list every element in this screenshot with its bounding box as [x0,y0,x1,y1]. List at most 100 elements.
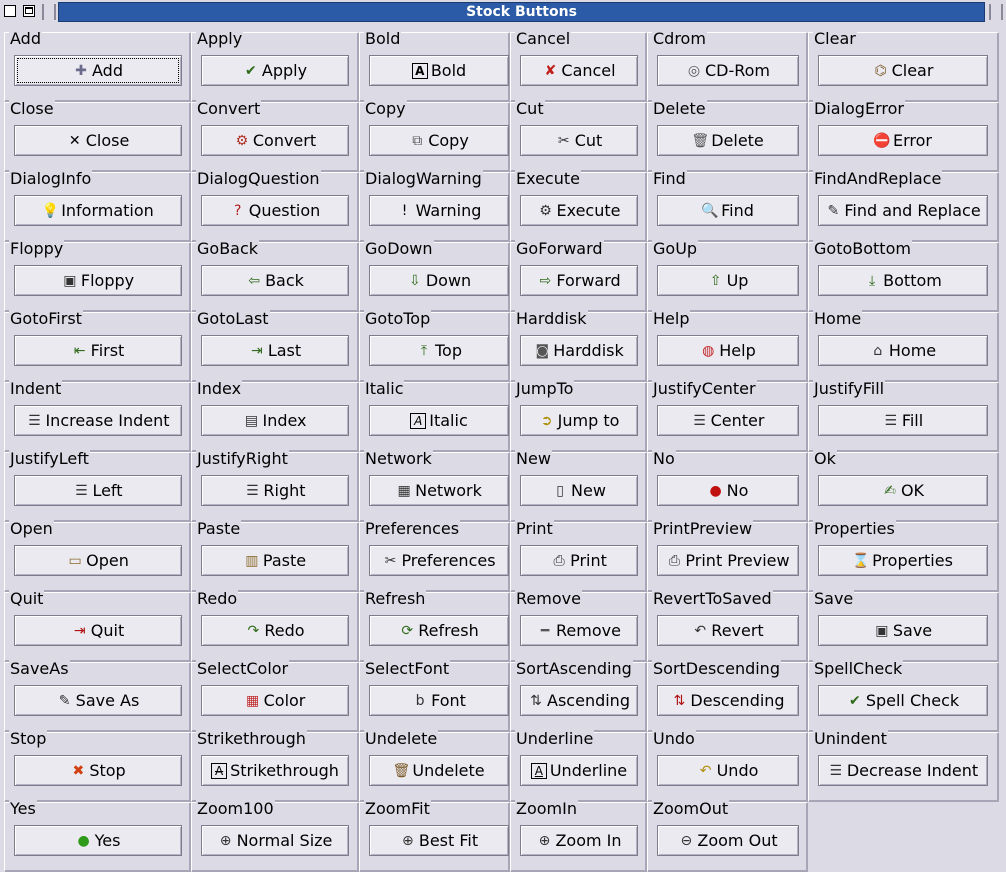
dialoginfo-button[interactable]: 💡 Information [14,195,182,226]
maximize-window-button[interactable] [23,5,35,17]
network-button[interactable]: ▦ Network [369,475,509,506]
indent-button[interactable]: ☰ Increase Indent [14,405,182,436]
properties-button[interactable]: ⌛ Properties [818,545,988,576]
italic-button[interactable]: A Italic [369,405,509,436]
frame-undo: Undo ↶ Undo [647,730,808,802]
justify-center-icon: ☰ [693,412,706,429]
zoom100-button[interactable]: ⊕ Normal Size [201,825,349,856]
redo-button[interactable]: ↷ Redo [201,615,349,646]
unindent-button[interactable]: ☰ Decrease Indent [818,755,988,786]
frame-undelete: Undelete 🗑 Undelete [359,730,510,802]
gotofirst-button[interactable]: ⇤ First [14,335,182,366]
delete-button[interactable]: 🗑 Delete [657,125,799,156]
frame-label: JustifyCenter [652,379,757,398]
justifyfill-button[interactable]: ☰ Fill [818,405,988,436]
reverttosaved-button[interactable]: ↶ Revert [657,615,799,646]
sortascending-button[interactable]: ⇅ Ascending [520,685,638,716]
button-label: Font [431,691,466,710]
button-label: Close [85,131,130,150]
minimize-window-button[interactable] [4,5,16,17]
frame-label: JustifyFill [813,379,886,398]
redo-icon: ↷ [247,622,260,639]
button-label: Apply [261,61,308,80]
gotobottom-button[interactable]: ⤓ Bottom [818,265,988,296]
dialogquestion-button[interactable]: ? Question [201,195,349,226]
strikethrough-icon: A [211,762,228,779]
paste-button[interactable]: ▥ Paste [201,545,349,576]
help-button[interactable]: ◍ Help [657,335,799,366]
jumpto-button[interactable]: ➲ Jump to [520,405,638,436]
print-button[interactable]: ⎙ Print [520,545,638,576]
home-icon: ⌂ [873,342,883,359]
zoomin-button[interactable]: ⊕ Zoom In [520,825,638,856]
undelete-icon: 🗑 [392,762,411,779]
zoomfit-button[interactable]: ⊕ Best Fit [369,825,509,856]
bold-button[interactable]: A Bold [369,55,509,86]
execute-button[interactable]: ⚙ Execute [520,195,638,226]
button-label: Network [415,481,482,500]
spellcheck-button[interactable]: ✔ Spell Check [818,685,988,716]
copy-icon: ⧉ [412,132,423,149]
findandreplace-button[interactable]: ✎ Find and Replace [818,195,988,226]
underline-button[interactable]: A Underline [520,755,638,786]
strikethrough-button[interactable]: A Strikethrough [201,755,349,786]
stop-button[interactable]: ✖ Stop [14,755,182,786]
home-button[interactable]: ⌂ Home [818,335,988,366]
gotolast-button[interactable]: ⇥ Last [201,335,349,366]
frame-label: Home [813,309,863,328]
save-floppy-icon: ▣ [875,622,889,639]
frame-label: Preferences [364,519,461,538]
saveas-button[interactable]: ✎ Save As [14,685,182,716]
selectcolor-button[interactable]: ▦ Color [201,685,349,716]
goup-button[interactable]: ⇧ Up [657,265,799,296]
sortdescending-button[interactable]: ⇅ Descending [657,685,799,716]
ok-button[interactable]: ✍ OK [818,475,988,506]
no-button[interactable]: ● No [657,475,799,506]
floppy-button[interactable]: ▣ Floppy [14,265,182,296]
copy-button[interactable]: ⧉ Copy [369,125,509,156]
quit-button[interactable]: ⇥ Quit [14,615,182,646]
undo-button[interactable]: ↶ Undo [657,755,799,786]
dialogerror-button[interactable]: ⛔ Error [818,125,988,156]
lifebuoy-icon: ◍ [702,342,715,359]
open-button[interactable]: ▭ Open [14,545,182,576]
new-button[interactable]: ▯ New [520,475,638,506]
goforward-button[interactable]: ⇨ Forward [520,265,638,296]
add-button[interactable]: ✚ Add [14,55,182,86]
remove-button[interactable]: ━ Remove [520,615,638,646]
zoomout-button[interactable]: ⊖ Zoom Out [657,825,799,856]
convert-button[interactable]: ⚙ Convert [201,125,349,156]
cdrom-button[interactable]: ◎ CD-Rom [657,55,799,86]
godown-button[interactable]: ⇩ Down [369,265,509,296]
frame-new: New ▯ New [510,450,647,522]
close-button[interactable]: ✕ Close [14,125,182,156]
frame-dialoginfo: DialogInfo 💡 Information [4,170,191,242]
justifycenter-button[interactable]: ☰ Center [657,405,799,436]
button-label: Descending [690,691,785,710]
printpreview-button[interactable]: ⎙ Print Preview [657,545,799,576]
window-title[interactable]: Stock Buttons [58,2,985,22]
question-shield-icon: ? [234,202,242,219]
frame-cancel: Cancel ✘ Cancel [510,30,647,102]
index-button[interactable]: ▤ Index [201,405,349,436]
frame-zoomin: ZoomIn ⊕ Zoom In [510,800,647,872]
save-button[interactable]: ▣ Save [818,615,988,646]
justifyleft-button[interactable]: ☰ Left [14,475,182,506]
goback-button[interactable]: ⇦ Back [201,265,349,296]
preferences-button[interactable]: ✂ Preferences [369,545,509,576]
find-button[interactable]: 🔍 Find [657,195,799,226]
gototop-button[interactable]: ⤒ Top [369,335,509,366]
justifyright-button[interactable]: ☰ Right [201,475,349,506]
cancel-button[interactable]: ✘ Cancel [520,55,638,86]
undelete-button[interactable]: 🗑 Undelete [369,755,509,786]
cut-button[interactable]: ✂ Cut [520,125,638,156]
frame-label: ZoomOut [652,799,730,818]
apply-button[interactable]: ✔ Apply [201,55,349,86]
refresh-button[interactable]: ⟳ Refresh [369,615,509,646]
frame-label: JumpTo [515,379,575,398]
dialogwarning-button[interactable]: ! Warning [369,195,509,226]
selectfont-button[interactable]: b Font [369,685,509,716]
clear-button[interactable]: ⌬ Clear [818,55,988,86]
harddisk-button[interactable]: ◙ Harddisk [520,335,638,366]
yes-button[interactable]: ● Yes [14,825,182,856]
